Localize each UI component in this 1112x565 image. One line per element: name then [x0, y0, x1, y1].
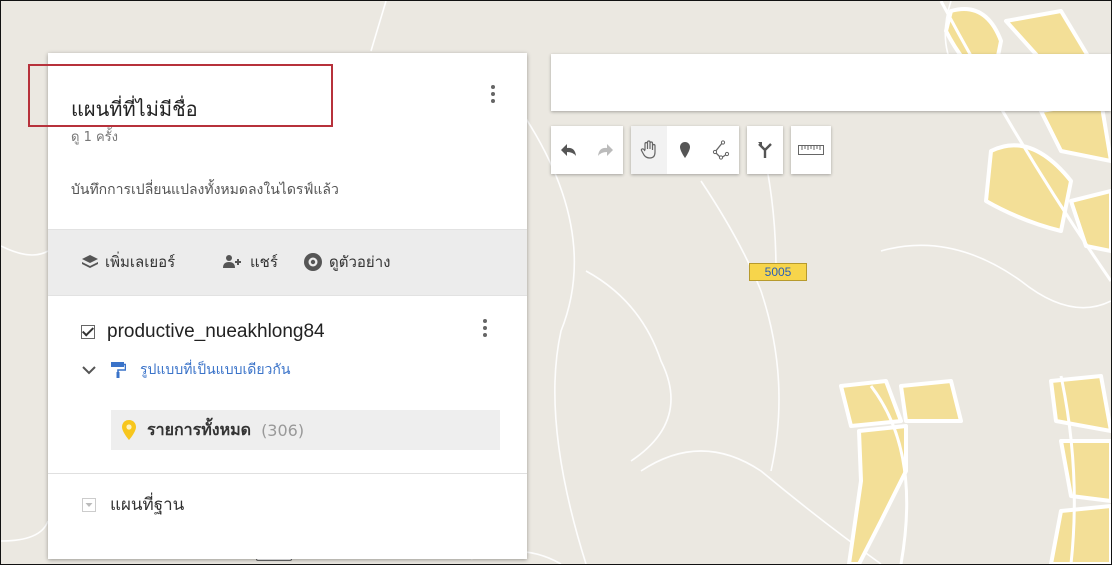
map-title[interactable]: แผนที่ที่ไม่มีชื่อ [71, 93, 198, 125]
add-layer-button[interactable]: เพิ่มเลเยอร์ [81, 250, 175, 274]
chevron-down-icon[interactable] [82, 365, 96, 375]
share-label: แชร์ [250, 253, 278, 271]
preview-label: ดูตัวอย่าง [329, 253, 391, 271]
map-frame: 5005 4004 แผนที่ที่ไม่มีชื่อ ดู 1 ครั้ง … [0, 0, 1112, 565]
search-box[interactable] [551, 54, 1111, 111]
dropdown-toggle-icon[interactable] [82, 497, 96, 512]
add-person-icon [223, 255, 241, 268]
preview-button[interactable]: ดูตัวอย่าง [303, 250, 390, 274]
all-items-row[interactable]: รายการทั้งหมด (306) [111, 410, 500, 450]
redo-icon [598, 144, 613, 156]
drawing-tools-group [631, 126, 739, 174]
layer-style-row: รูปแบบที่เป็นแบบเดียวกัน [82, 359, 290, 381]
base-map-row[interactable]: แผนที่ฐาน [82, 491, 184, 518]
draw-line-icon [712, 140, 730, 160]
marker-icon [680, 142, 690, 158]
map-toolbar [551, 126, 831, 174]
layer-name[interactable]: productive_nueakhlong84 [107, 321, 325, 343]
select-items-button[interactable] [631, 126, 667, 174]
add-layer-label: เพิ่มเลเยอร์ [105, 253, 176, 271]
layer-header: productive_nueakhlong84 [81, 321, 325, 343]
add-directions-button[interactable] [747, 126, 783, 174]
undo-redo-group [551, 126, 623, 174]
all-items-label: รายการทั้งหมด [147, 419, 252, 439]
undo-icon [561, 144, 576, 156]
ruler-icon [798, 145, 824, 155]
panel-action-bar: เพิ่มเลเยอร์ แชร์ ดูตัวอย่าง [48, 229, 527, 296]
layers-icon [82, 255, 98, 268]
all-items-count: (306) [261, 420, 305, 440]
directions-group [747, 126, 783, 174]
view-count: ดู 1 ครั้ง [71, 130, 119, 145]
share-button[interactable]: แชร์ [222, 250, 278, 274]
directions-icon [758, 142, 772, 158]
eye-icon [304, 253, 322, 271]
draw-line-button[interactable] [703, 126, 739, 174]
map-options-menu-icon[interactable] [488, 85, 498, 103]
uniform-style-link[interactable]: รูปแบบที่เป็นแบบเดียวกัน [140, 359, 290, 381]
layer-options-menu-icon[interactable] [480, 319, 490, 337]
undo-button[interactable] [551, 126, 587, 174]
map-marker-icon [122, 420, 136, 440]
paint-roller-icon [111, 362, 126, 378]
layer-visibility-checkbox[interactable] [81, 325, 95, 339]
road-shield-5005: 5005 [749, 263, 807, 281]
ruler-group [791, 126, 831, 174]
layers-panel: แผนที่ที่ไม่มีชื่อ ดู 1 ครั้ง บันทึกการเ… [48, 53, 527, 559]
divider [48, 473, 527, 474]
hand-icon [640, 140, 656, 159]
base-map-label: แผนที่ฐาน [110, 495, 185, 515]
redo-button[interactable] [587, 126, 623, 174]
measure-distance-button[interactable] [791, 126, 831, 174]
save-status: บันทึกการเปลี่ยนแปลงทั้งหมดลงในไดรฟ์แล้ว [71, 182, 339, 198]
add-marker-button[interactable] [667, 126, 703, 174]
